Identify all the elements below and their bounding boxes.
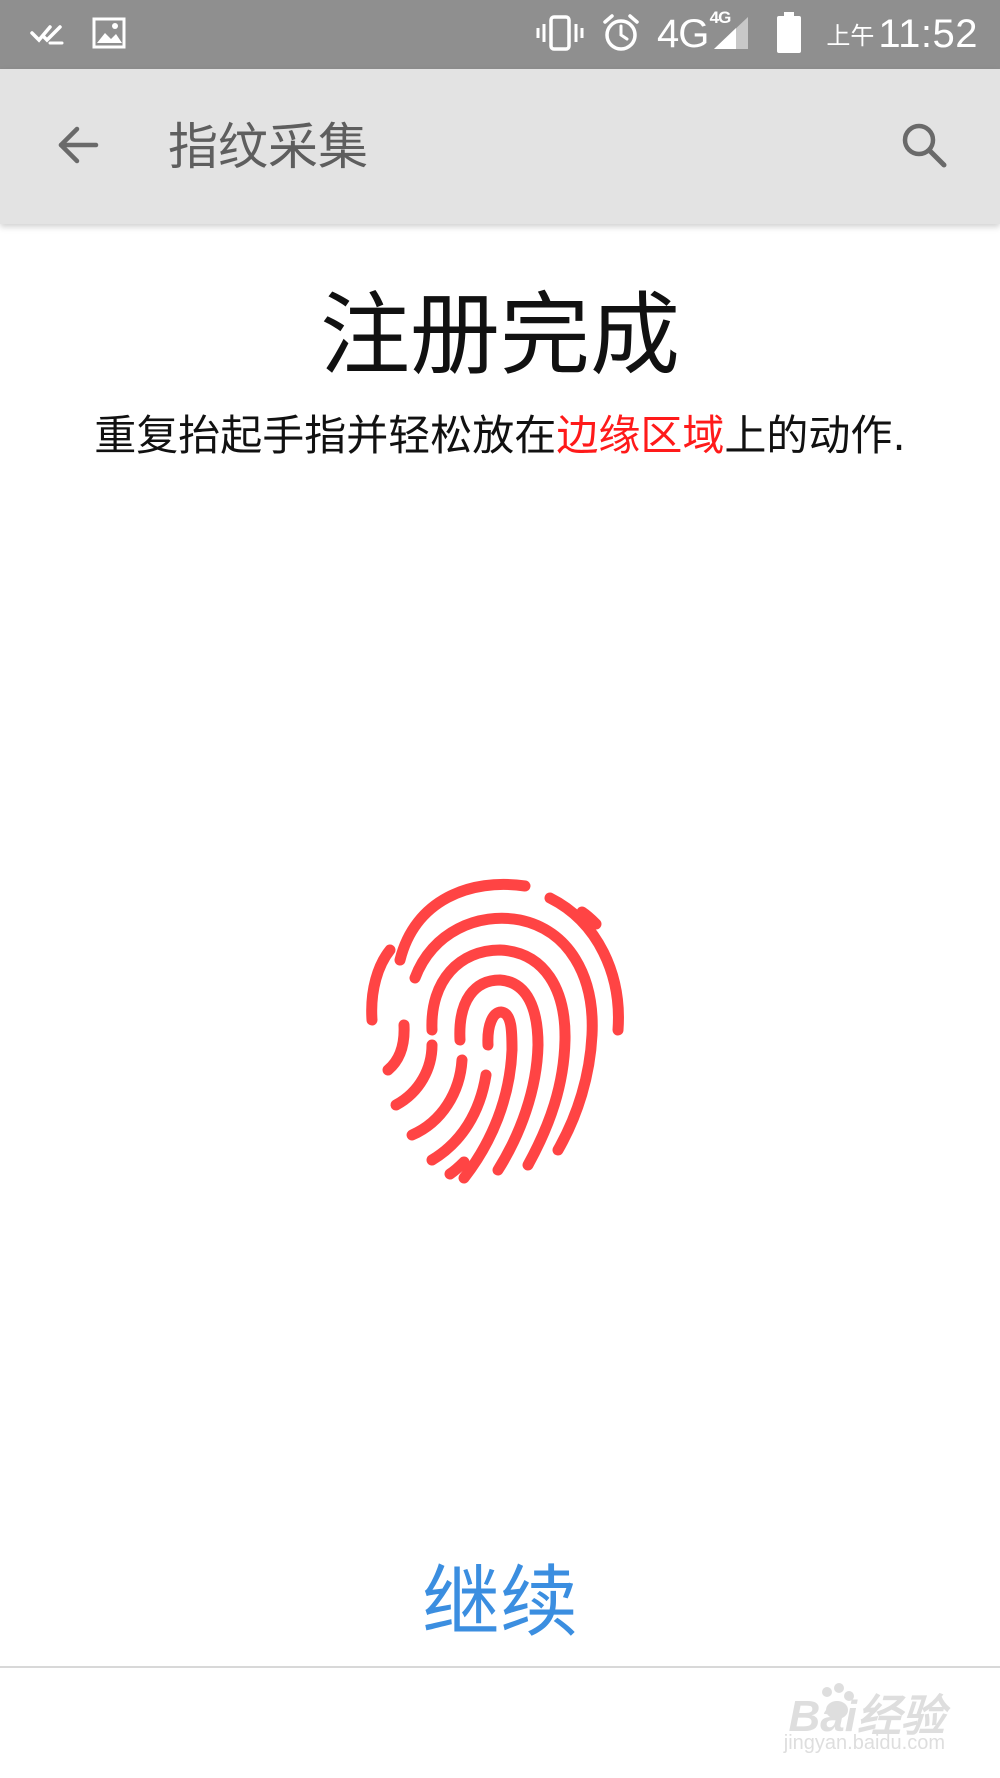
page-heading: 注册完成	[320, 283, 680, 388]
status-right-icons: 4G 4G 上午 11:52	[519, 0, 978, 69]
battery-icon	[776, 11, 802, 58]
search-icon	[900, 121, 948, 173]
network-type: 4G 4G	[657, 8, 731, 56]
fingerprint-enroll-screen: 4G 4G 上午 11:52 指纹采集 注册完成 重复抬起手指并轻松放在边缘区域…	[0, 0, 1000, 1778]
check-done-icon	[30, 19, 64, 51]
clock-time: 11:52	[878, 12, 978, 56]
watermark-sub: jingyan.baidu.com	[783, 1732, 945, 1754]
network-type-sup: 4G	[709, 8, 732, 27]
instruction-text: 重复抬起手指并轻松放在边缘区域上的动作.	[70, 410, 930, 462]
footer-divider	[0, 1666, 1000, 1668]
back-button[interactable]	[44, 113, 112, 181]
continue-button[interactable]: 继续	[380, 1548, 620, 1658]
image-icon	[92, 17, 126, 53]
status-bar: 4G 4G 上午 11:52	[0, 0, 1000, 69]
clock-ampm: 上午	[826, 23, 875, 50]
status-left-icons	[30, 0, 126, 69]
alarm-icon	[601, 13, 641, 57]
vibrate-icon	[535, 14, 585, 55]
app-bar-title: 指纹采集	[168, 118, 368, 176]
search-button[interactable]	[890, 113, 958, 181]
fingerprint-icon	[360, 860, 640, 1190]
clock: 上午 11:52	[826, 12, 978, 57]
instruction-highlight: 边缘区域	[556, 411, 725, 460]
baidu-watermark: Bai经验 jingyan.baidu.com	[745, 1680, 945, 1760]
instruction-before: 重复抬起手指并轻松放在	[94, 411, 557, 460]
app-bar: 指纹采集	[0, 69, 1000, 224]
back-arrow-icon	[56, 123, 100, 171]
instruction-after: 上的动作.	[724, 411, 906, 460]
